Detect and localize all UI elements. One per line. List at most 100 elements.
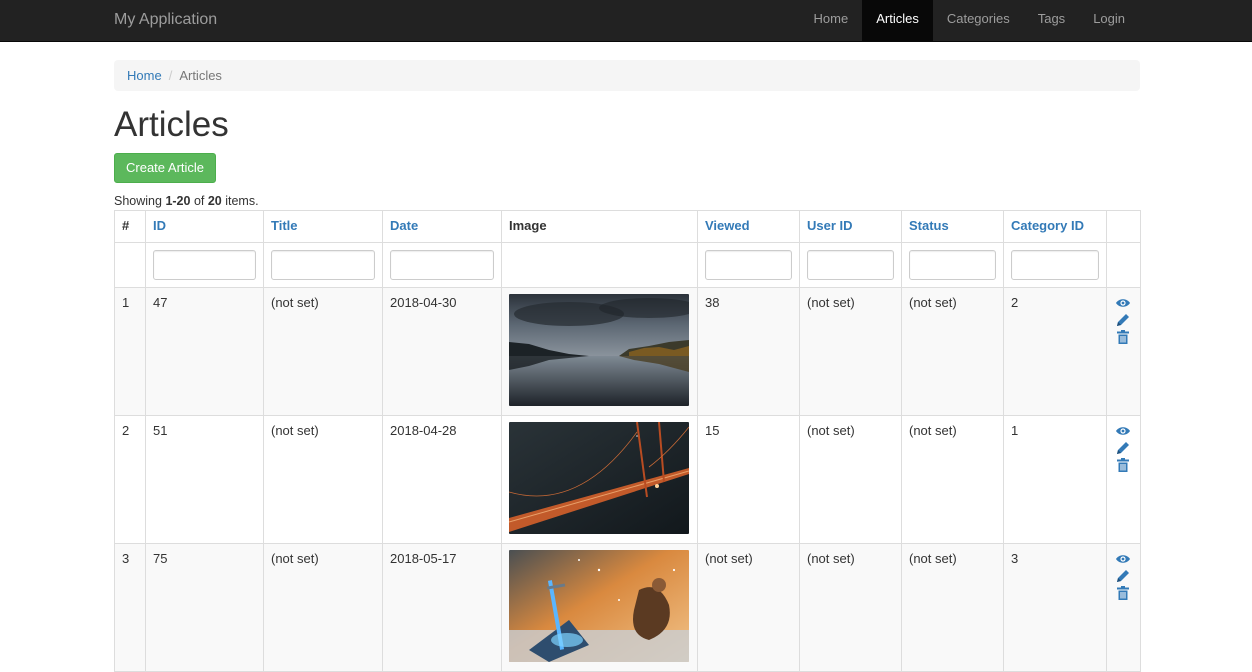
filter-cell-empty bbox=[1106, 242, 1141, 288]
cell-viewed: 15 bbox=[697, 415, 800, 544]
brand-link[interactable]: My Application bbox=[114, 0, 217, 40]
grid-summary: Showing 1-20 of 20 items. bbox=[114, 192, 1140, 210]
filter-cell-empty bbox=[501, 242, 698, 288]
filter-status-input[interactable] bbox=[909, 250, 996, 280]
articles-table: # ID Title Date Image Viewed User ID Sta… bbox=[114, 210, 1141, 672]
filter-viewed-input[interactable] bbox=[705, 250, 792, 280]
cell-status: (not set) bbox=[901, 287, 1004, 416]
breadcrumb-separator: / bbox=[168, 68, 173, 83]
cell-actions bbox=[1106, 543, 1141, 672]
sort-title-link[interactable]: Title bbox=[271, 218, 298, 233]
table-header-row: # ID Title Date Image Viewed User ID Sta… bbox=[114, 210, 1141, 243]
nav-item-login[interactable]: Login bbox=[1079, 0, 1139, 41]
nav-menu: Home Articles Categories Tags Login bbox=[800, 0, 1139, 41]
sort-viewed-link[interactable]: Viewed bbox=[705, 218, 750, 233]
table-row: 3 75 (not set) 2018-05-17 (not set) (not… bbox=[114, 543, 1141, 672]
column-header-image: Image bbox=[501, 210, 698, 243]
filter-cell bbox=[901, 242, 1004, 288]
table-row: 2 51 (not set) 2018-04-28 15 (not set) (… bbox=[114, 415, 1141, 544]
column-header-status: Status bbox=[901, 210, 1004, 243]
sort-status-link[interactable]: Status bbox=[909, 218, 949, 233]
cell-image bbox=[501, 543, 698, 672]
filter-category-id-input[interactable] bbox=[1011, 250, 1099, 280]
nav-item-categories[interactable]: Categories bbox=[933, 0, 1024, 41]
article-thumbnail-warrior bbox=[509, 550, 689, 662]
cell-id: 75 bbox=[145, 543, 264, 672]
filter-cell-empty bbox=[114, 242, 146, 288]
column-header-date: Date bbox=[382, 210, 502, 243]
breadcrumb-home-link[interactable]: Home bbox=[127, 68, 162, 83]
eye-icon[interactable] bbox=[1115, 295, 1131, 311]
nav-item-tags[interactable]: Tags bbox=[1024, 0, 1079, 41]
cell-viewed: 38 bbox=[697, 287, 800, 416]
nav-item-articles[interactable]: Articles bbox=[862, 0, 933, 41]
filter-id-input[interactable] bbox=[153, 250, 256, 280]
eye-icon[interactable] bbox=[1115, 551, 1131, 567]
navbar: My Application Home Articles Categories … bbox=[0, 0, 1252, 42]
cell-actions bbox=[1106, 287, 1141, 416]
filter-row bbox=[114, 242, 1141, 288]
cell-title: (not set) bbox=[263, 415, 383, 544]
summary-prefix: Showing bbox=[114, 194, 166, 208]
cell-date: 2018-05-17 bbox=[382, 543, 502, 672]
summary-middle: of bbox=[190, 194, 208, 208]
column-header-number: # bbox=[114, 210, 146, 243]
filter-user-id-input[interactable] bbox=[807, 250, 894, 280]
trash-icon[interactable] bbox=[1115, 585, 1131, 601]
trash-icon[interactable] bbox=[1115, 457, 1131, 473]
column-header-id: ID bbox=[145, 210, 264, 243]
table-row: 1 47 (not set) 2018-04-30 38 (not set) (… bbox=[114, 287, 1141, 416]
column-header-category-id: Category ID bbox=[1003, 210, 1107, 243]
filter-date-input[interactable] bbox=[390, 250, 494, 280]
create-article-button[interactable]: Create Article bbox=[114, 153, 217, 183]
summary-range: 1-20 bbox=[165, 194, 191, 208]
filter-cell bbox=[263, 242, 383, 288]
cell-status: (not set) bbox=[901, 543, 1004, 672]
cell-image bbox=[501, 287, 698, 416]
sort-category-id-link[interactable]: Category ID bbox=[1011, 218, 1084, 233]
cell-actions bbox=[1106, 415, 1141, 544]
filter-title-input[interactable] bbox=[271, 250, 375, 280]
column-header-user-id: User ID bbox=[799, 210, 902, 243]
pencil-icon[interactable] bbox=[1115, 568, 1131, 584]
filter-cell bbox=[799, 242, 902, 288]
cell-date: 2018-04-30 bbox=[382, 287, 502, 416]
filter-cell bbox=[1003, 242, 1107, 288]
article-thumbnail-lake bbox=[509, 294, 689, 406]
cell-number: 3 bbox=[114, 543, 146, 672]
main-container: Home / Articles Articles Create Article Sh… bbox=[114, 42, 1141, 672]
cell-id: 51 bbox=[145, 415, 264, 544]
summary-total: 20 bbox=[207, 194, 222, 208]
cell-category-id: 1 bbox=[1003, 415, 1107, 544]
cell-date: 2018-04-28 bbox=[382, 415, 502, 544]
cell-user-id: (not set) bbox=[799, 415, 902, 544]
breadcrumb-current: Articles bbox=[179, 68, 222, 83]
pencil-icon[interactable] bbox=[1115, 312, 1131, 328]
breadcrumb: Home / Articles bbox=[114, 60, 1140, 91]
pencil-icon[interactable] bbox=[1115, 440, 1131, 456]
column-header-actions bbox=[1106, 210, 1141, 243]
trash-icon[interactable] bbox=[1115, 329, 1131, 345]
sort-date-link[interactable]: Date bbox=[390, 218, 418, 233]
cell-number: 2 bbox=[114, 415, 146, 544]
article-thumbnail-bridge bbox=[509, 422, 689, 534]
page-title: Articles bbox=[114, 105, 229, 144]
cell-image bbox=[501, 415, 698, 544]
cell-status: (not set) bbox=[901, 415, 1004, 544]
cell-id: 47 bbox=[145, 287, 264, 416]
cell-number: 1 bbox=[114, 287, 146, 416]
filter-cell bbox=[145, 242, 264, 288]
sort-user-id-link[interactable]: User ID bbox=[807, 218, 853, 233]
cell-category-id: 2 bbox=[1003, 287, 1107, 416]
cell-viewed: (not set) bbox=[697, 543, 800, 672]
nav-item-home[interactable]: Home bbox=[800, 0, 863, 41]
sort-id-link[interactable]: ID bbox=[153, 218, 166, 233]
column-header-title: Title bbox=[263, 210, 383, 243]
eye-icon[interactable] bbox=[1115, 423, 1131, 439]
summary-suffix: items. bbox=[221, 194, 259, 208]
cell-title: (not set) bbox=[263, 287, 383, 416]
filter-cell bbox=[697, 242, 800, 288]
filter-cell bbox=[382, 242, 502, 288]
column-header-viewed: Viewed bbox=[697, 210, 800, 243]
cell-title: (not set) bbox=[263, 543, 383, 672]
